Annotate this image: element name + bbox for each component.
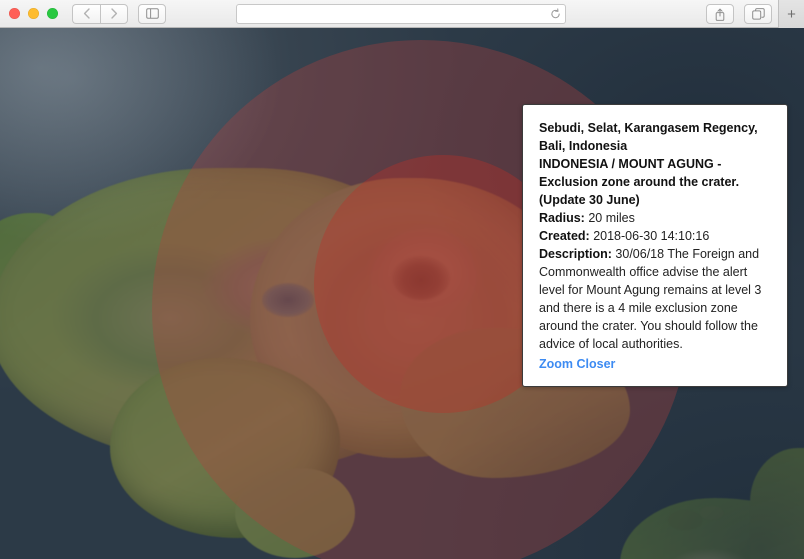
navigation-buttons — [72, 3, 166, 24]
share-button[interactable] — [706, 4, 734, 24]
popup-field-created-label: Created: — [539, 229, 590, 243]
window-controls — [0, 8, 58, 19]
popup-field-description-label: Description: — [539, 247, 612, 261]
popup-field-radius-label: Radius: — [539, 211, 585, 225]
address-input[interactable] — [236, 4, 566, 24]
reload-icon — [551, 8, 560, 19]
share-icon — [715, 8, 725, 21]
chevron-left-icon — [83, 8, 90, 19]
tabs-overview-icon — [751, 8, 765, 20]
close-window-button[interactable] — [9, 8, 20, 19]
minimize-window-button[interactable] — [28, 8, 39, 19]
zoom-closer-link[interactable]: Zoom Closer — [539, 355, 615, 373]
sidebar-icon — [145, 8, 159, 19]
reload-button[interactable] — [550, 8, 561, 20]
popup-field-description: Description: 30/06/18 The Foreign and Co… — [539, 245, 771, 353]
popup-field-radius: Radius: 20 miles — [539, 209, 771, 227]
new-tab-button[interactable]: + — [778, 0, 804, 28]
chevron-right-icon — [110, 8, 117, 19]
toolbar-right-group: + — [696, 0, 804, 28]
popup-title: Sebudi, Selat, Karangasem Regency, Bali,… — [539, 121, 758, 153]
popup-field-radius-value: 20 miles — [588, 211, 635, 225]
popup-field-created: Created: 2018-06-30 14:10:16 — [539, 227, 771, 245]
back-button[interactable] — [72, 3, 100, 24]
location-info-popup: Sebudi, Selat, Karangasem Regency, Bali,… — [522, 104, 788, 387]
browser-window: + Sebudi, Selat, Karangasem Regency, Bal… — [0, 0, 804, 559]
popup-field-created-value: 2018-06-30 14:10:16 — [593, 229, 710, 243]
popup-field-description-value: 30/06/18 The Foreign and Commonwealth of… — [539, 247, 762, 351]
forward-button[interactable] — [100, 3, 128, 24]
popup-body: Sebudi, Selat, Karangasem Regency, Bali,… — [539, 119, 771, 373]
browser-toolbar: + — [0, 0, 804, 28]
address-bar-container — [236, 4, 566, 24]
maximize-window-button[interactable] — [47, 8, 58, 19]
show-all-tabs-button[interactable] — [744, 4, 772, 24]
sidebar-toggle-button[interactable] — [138, 3, 166, 24]
popup-subtitle: INDONESIA / MOUNT AGUNG - Exclusion zone… — [539, 157, 740, 207]
satellite-map[interactable]: Sebudi, Selat, Karangasem Regency, Bali,… — [0, 28, 804, 559]
